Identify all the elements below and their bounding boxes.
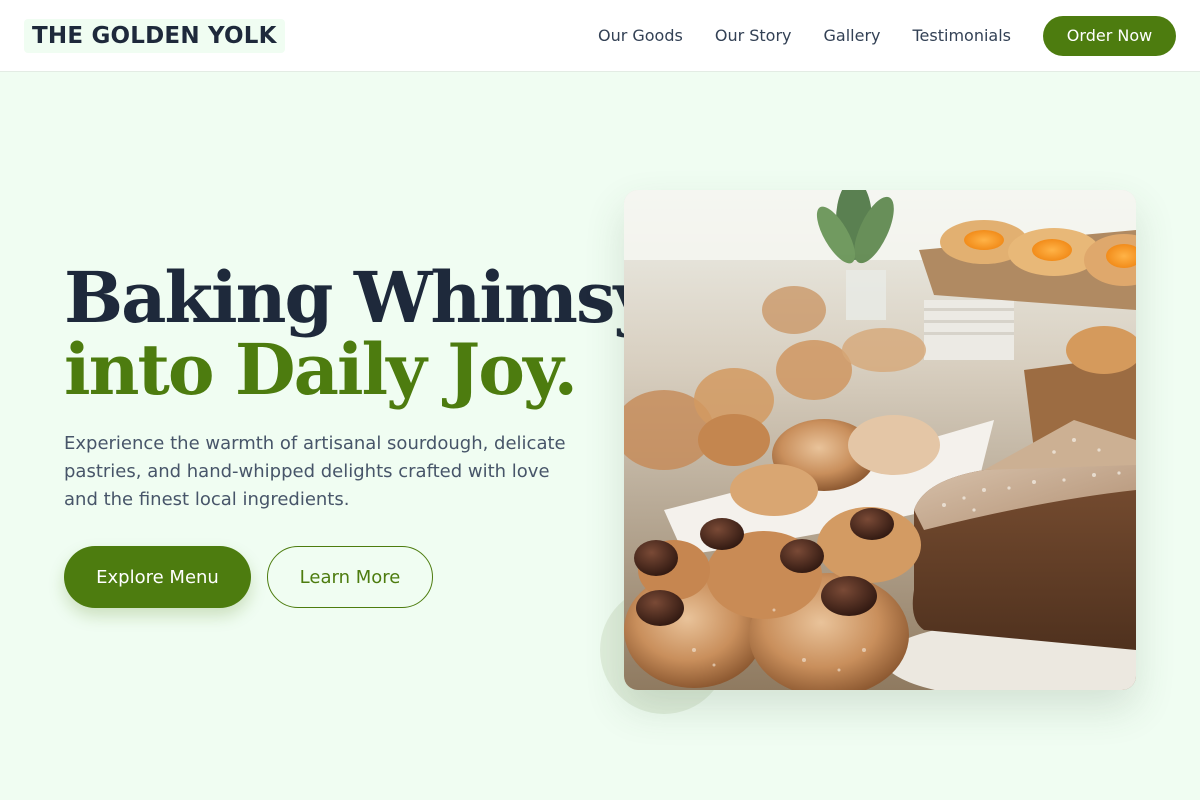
headline-line-2: into Daily Joy. [64, 328, 578, 411]
site-header: THE GOLDEN YOLK Our Goods Our Story Gall… [0, 0, 1200, 72]
hero-headline: Baking Whimsy into Daily Joy. [64, 256, 654, 411]
hero-section: Baking Whimsy into Daily Joy. Experience… [64, 256, 654, 608]
pastry-illustration [624, 190, 1136, 690]
nav-link-our-goods[interactable]: Our Goods [598, 26, 683, 45]
order-now-button[interactable]: Order Now [1043, 15, 1176, 56]
brand-logo[interactable]: THE GOLDEN YOLK [24, 18, 285, 53]
nav-link-testimonials[interactable]: Testimonials [913, 26, 1012, 45]
hero-description: Experience the warmth of artisanal sourd… [64, 433, 566, 510]
nav-link-our-story[interactable]: Our Story [715, 26, 792, 45]
headline-line-1: Baking Whimsy [64, 256, 654, 339]
hero-cta-group: Explore Menu Learn More [64, 546, 604, 608]
nav-link-gallery[interactable]: Gallery [824, 26, 881, 45]
learn-more-button[interactable]: Learn More [267, 546, 433, 608]
bakery-pastries-photo [624, 190, 1136, 690]
main-nav: Our Goods Our Story Gallery Testimonials… [566, 15, 1176, 56]
explore-menu-button[interactable]: Explore Menu [64, 546, 251, 608]
